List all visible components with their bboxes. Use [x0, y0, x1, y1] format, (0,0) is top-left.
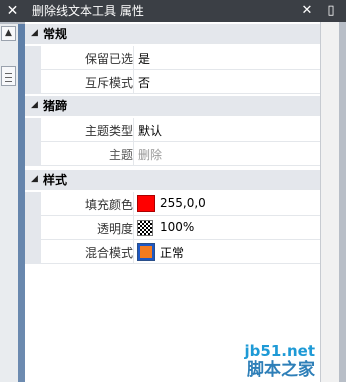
property-grid: ◢ 常规 保留已选 是 互斥模式 否 ◢ 猪蹄 主题类型 默认 主题 删除 ◢ …: [25, 22, 321, 382]
watermark: jb51.net 脚本之家: [225, 310, 315, 380]
panel-titlebar: 删除线文本工具 属性 ✕ ▯: [25, 0, 346, 22]
restore-icon[interactable]: ▯: [324, 0, 338, 22]
close-icon[interactable]: ✕: [0, 0, 25, 22]
collapse-icon[interactable]: ◢: [31, 174, 38, 184]
background-window-strip: ✕ ▲: [0, 0, 25, 382]
window-edge: [18, 24, 25, 382]
blend-mode-icon: [137, 243, 155, 261]
property-row[interactable]: 填充颜色 255,0,0: [25, 192, 321, 216]
property-name: 透明度: [96, 222, 133, 236]
color-swatch[interactable]: [137, 195, 155, 212]
property-value[interactable]: 否: [138, 74, 150, 91]
category-label: 猪蹄: [43, 99, 68, 113]
property-row[interactable]: 保留已选 是: [25, 46, 321, 70]
collapse-icon[interactable]: ◢: [31, 28, 38, 38]
panel-title: 删除线文本工具 属性: [32, 4, 144, 18]
watermark-brand: 脚本之家: [247, 360, 315, 380]
property-name: 保留已选: [84, 52, 133, 66]
property-row[interactable]: 主题 删除: [25, 142, 321, 166]
property-row[interactable]: 透明度 100%: [25, 216, 321, 240]
property-name: 主题类型: [84, 124, 133, 138]
property-name: 填充颜色: [84, 198, 133, 212]
property-name: 互斥模式: [84, 76, 133, 90]
property-row[interactable]: 混合模式 正常: [25, 240, 321, 264]
scroll-up-icon[interactable]: ▲: [1, 26, 16, 41]
category-general[interactable]: ◢ 常规: [25, 24, 321, 44]
category-label: 常规: [43, 27, 68, 41]
category-label: 样式: [43, 173, 68, 187]
property-value[interactable]: 100%: [160, 220, 194, 234]
scroll-thumb[interactable]: [1, 66, 16, 86]
category-theme[interactable]: ◢ 猪蹄: [25, 96, 321, 116]
property-row[interactable]: 主题类型 默认: [25, 118, 321, 142]
category-style[interactable]: ◢ 样式: [25, 170, 321, 190]
watermark-url: jb51.net: [244, 342, 315, 360]
property-value[interactable]: 255,0,0: [160, 196, 206, 210]
property-value[interactable]: 默认: [138, 122, 162, 139]
window-edge: [339, 22, 346, 382]
left-scrollbar[interactable]: ▲: [0, 24, 19, 382]
property-value[interactable]: 删除: [138, 146, 162, 163]
properties-panel: 删除线文本工具 属性 ✕ ▯ ◢ 常规 保留已选 是 互斥模式 否 ◢ 猪蹄 主…: [25, 0, 346, 382]
panel-scrollbar[interactable]: [320, 22, 346, 382]
property-value[interactable]: 正常: [160, 244, 184, 261]
opacity-icon: [137, 220, 153, 236]
close-icon[interactable]: ✕: [296, 0, 318, 22]
property-name: 主题: [108, 148, 133, 162]
property-name: 混合模式: [84, 246, 133, 260]
property-value[interactable]: 是: [138, 50, 150, 67]
property-row[interactable]: 互斥模式 否: [25, 70, 321, 94]
collapse-icon[interactable]: ◢: [31, 100, 38, 110]
